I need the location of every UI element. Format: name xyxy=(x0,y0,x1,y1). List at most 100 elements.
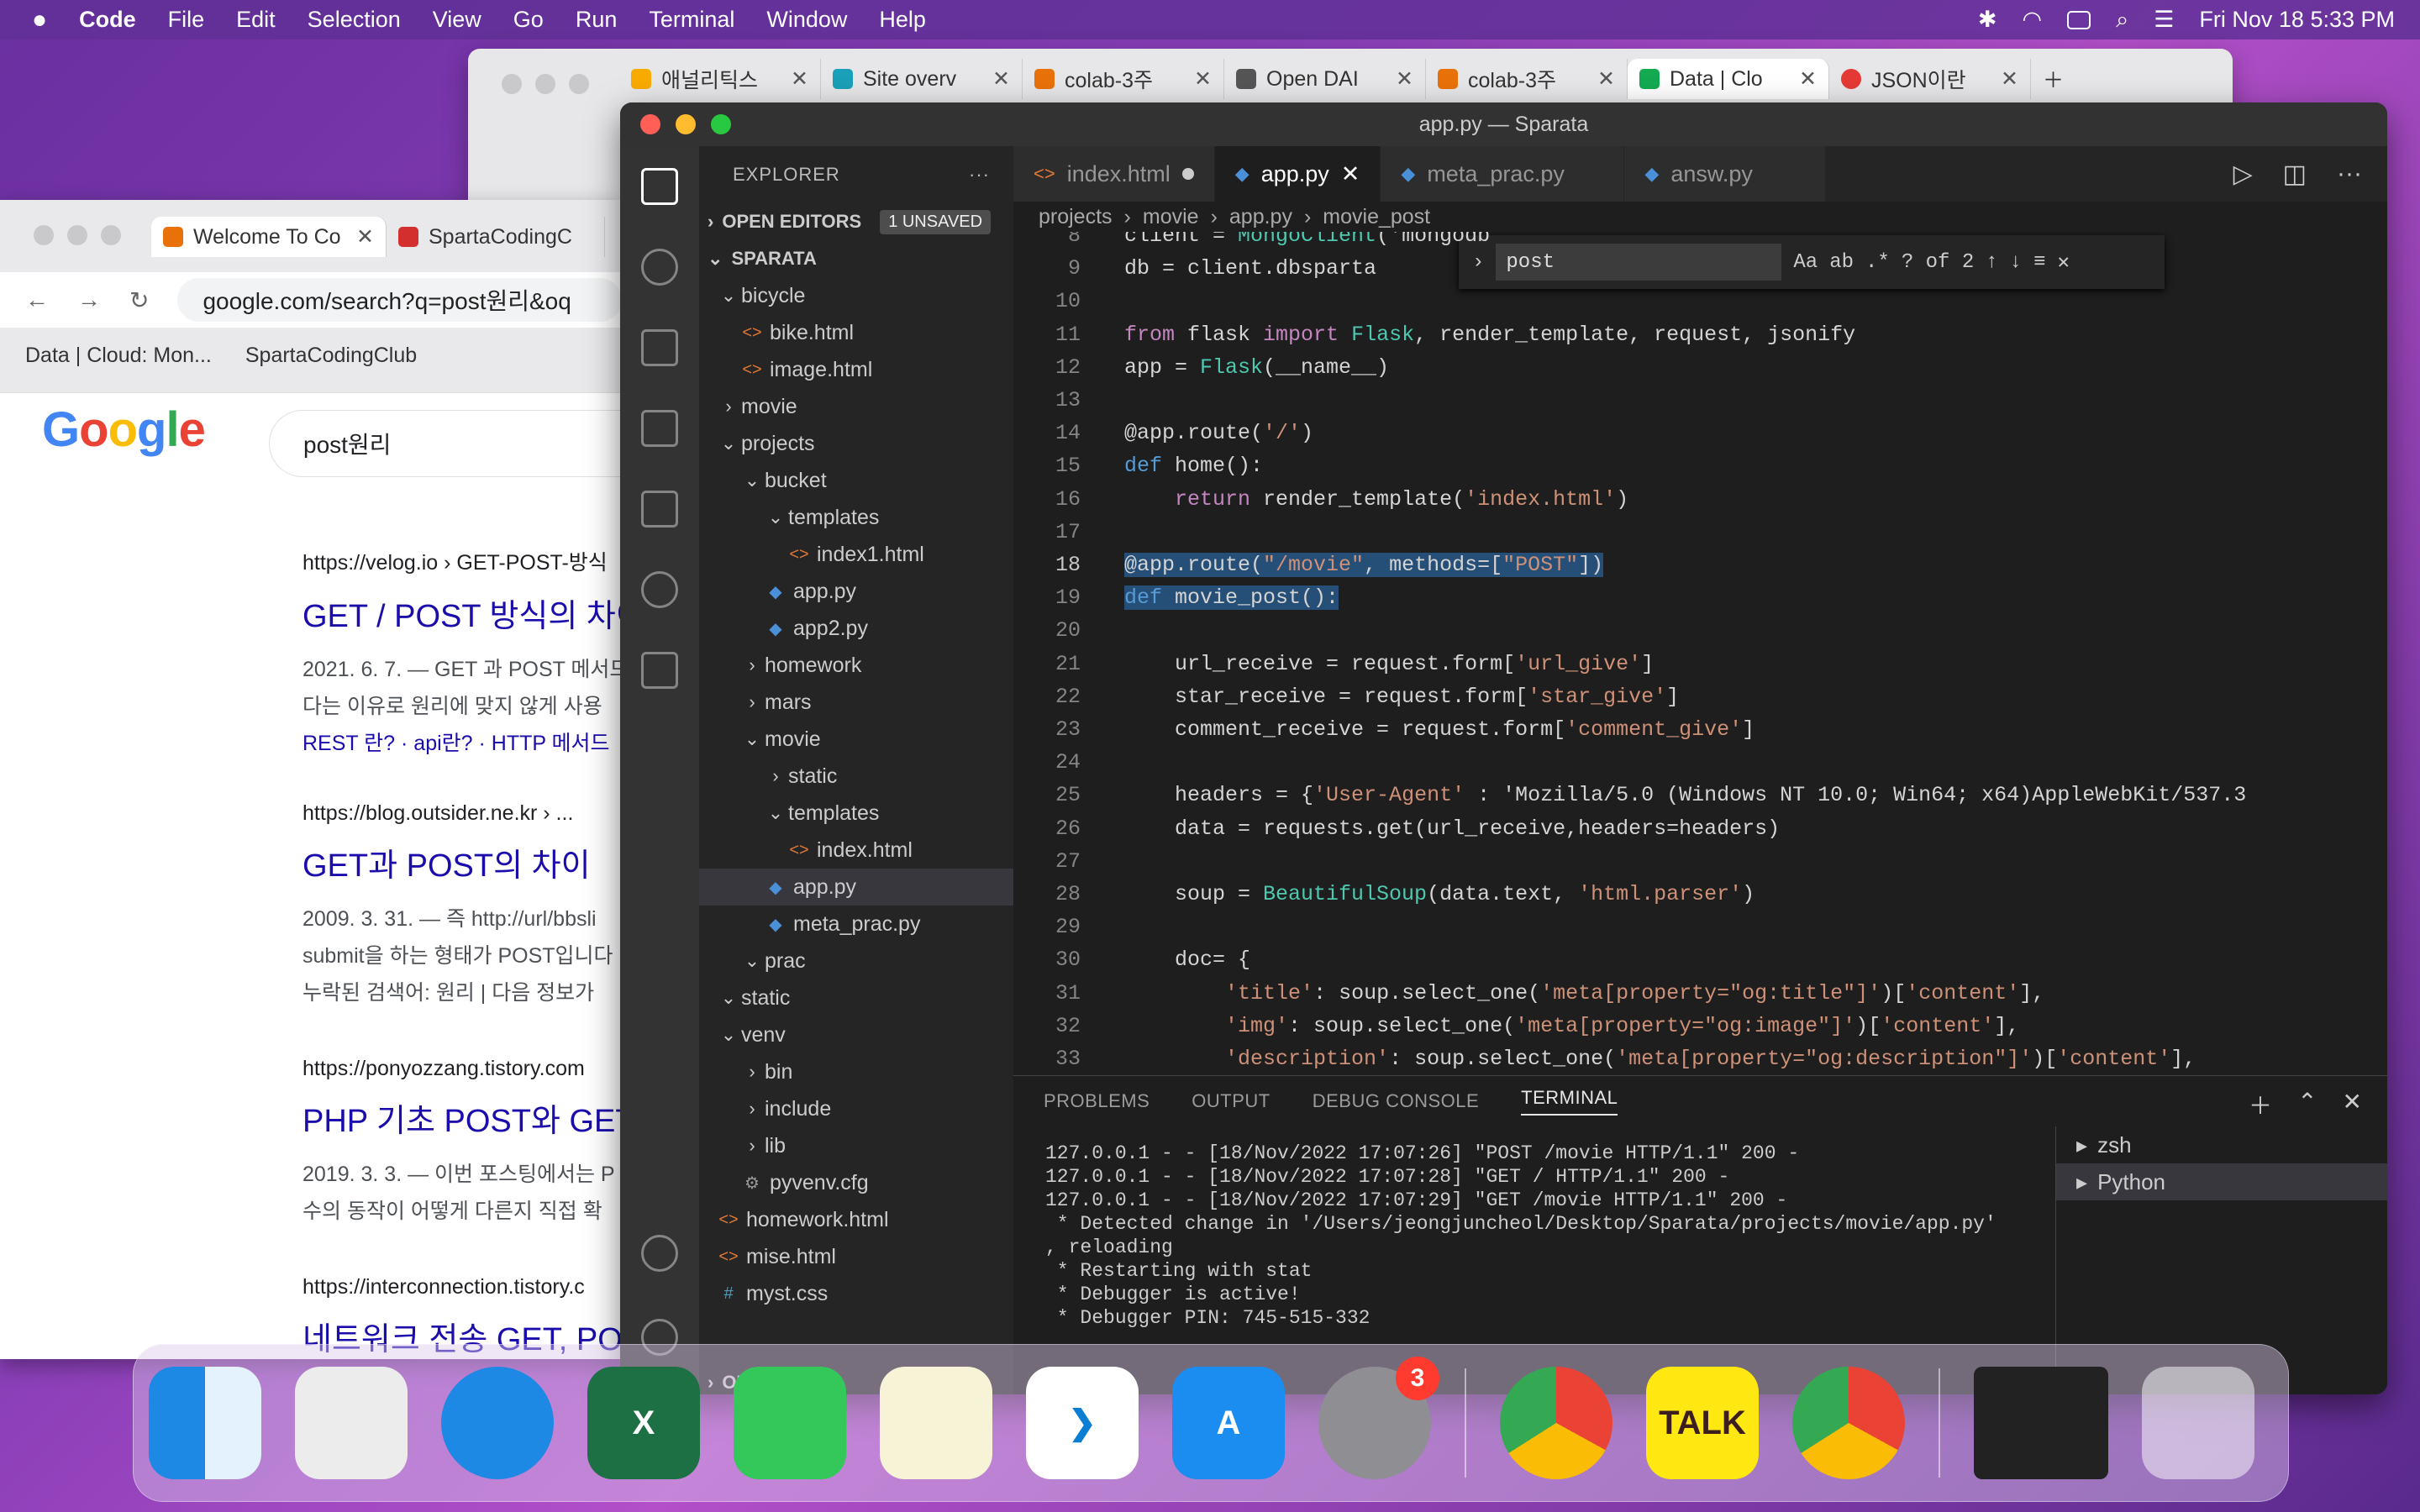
explorer-icon[interactable] xyxy=(620,146,699,227)
app-store-icon[interactable]: A xyxy=(1172,1367,1285,1479)
zoom-window-button[interactable] xyxy=(711,114,731,134)
menu-go[interactable]: Go xyxy=(513,7,544,33)
chrome-tab[interactable]: colab-3주 ✕ xyxy=(1023,59,1224,99)
code-line[interactable]: 'title': soup.select_one('meta[property=… xyxy=(1124,981,2044,1005)
safari-icon[interactable] xyxy=(441,1367,554,1479)
whole-word-icon[interactable]: ab xyxy=(1829,251,1854,274)
terminal-output[interactable]: 127.0.0.1 - - [18/Nov/2022 17:07:26] "PO… xyxy=(1045,1142,2020,1330)
new-terminal-icon[interactable]: ＋ xyxy=(2249,1088,2272,1121)
testing-icon[interactable] xyxy=(620,469,699,549)
toggle-replace-icon[interactable]: › xyxy=(1472,251,1484,274)
minimap[interactable] xyxy=(2202,232,2387,1075)
github-icon[interactable] xyxy=(620,549,699,630)
bluetooth-icon[interactable]: ✱ xyxy=(1978,7,1997,33)
close-find-icon[interactable]: ✕ xyxy=(2057,249,2069,275)
next-match-icon[interactable]: ↓ xyxy=(2010,251,2022,274)
trash-icon[interactable] xyxy=(2142,1367,2254,1479)
tree-file[interactable]: <> index.html xyxy=(699,832,1013,869)
tree-folder[interactable]: › mars xyxy=(699,684,1013,721)
tree-folder[interactable]: ⌄ venv xyxy=(699,1016,1013,1053)
tree-folder[interactable]: › lib xyxy=(699,1127,1013,1164)
code-line[interactable]: 'img': soup.select_one('meta[property="o… xyxy=(1124,1014,2019,1038)
kakaotalk-icon[interactable]: TALK xyxy=(1646,1367,1759,1479)
close-window-button[interactable] xyxy=(640,114,660,134)
code-line[interactable]: 'description': soup.select_one('meta[pro… xyxy=(1124,1047,2196,1071)
chrome-tab[interactable]: Welcome To Co ✕ xyxy=(151,217,387,257)
reload-icon[interactable]: ↻ xyxy=(129,286,149,314)
code-editor[interactable]: › post Aa ab .* ? of 2 ↑ ↓ ≡ ✕ 8 client =… xyxy=(1013,232,2387,1075)
chrome-tab[interactable]: SpartaCodingC xyxy=(387,217,605,257)
tree-folder[interactable]: › homework xyxy=(699,647,1013,684)
workspace-section[interactable]: ⌄ SPARATA xyxy=(699,240,1013,277)
code-line[interactable]: db = client.dbsparta xyxy=(1124,256,1376,281)
tree-file[interactable]: ◆ meta_prac.py xyxy=(699,906,1013,942)
excel-icon[interactable]: X xyxy=(587,1367,700,1479)
chrome-tab[interactable]: Site overv ✕ xyxy=(821,59,1023,99)
minimize-window-button[interactable] xyxy=(676,114,696,134)
run-debug-icon[interactable] xyxy=(620,307,699,388)
tree-folder[interactable]: ⌄ bicycle xyxy=(699,277,1013,314)
menu-edit[interactable]: Edit xyxy=(236,7,276,33)
terminal-python[interactable]: ▸ Python xyxy=(2056,1163,2387,1200)
tree-folder[interactable]: › include xyxy=(699,1090,1013,1127)
code-line[interactable]: app = Flask(__name__) xyxy=(1124,355,1389,380)
back-icon[interactable]: ← xyxy=(25,286,49,313)
tree-file[interactable]: ◆ app.py xyxy=(699,573,1013,610)
menu-selection[interactable]: Selection xyxy=(308,7,401,33)
menu-terminal[interactable]: Terminal xyxy=(649,7,734,33)
battery-icon[interactable] xyxy=(2067,10,2091,29)
source-control-icon[interactable] xyxy=(620,227,699,307)
chrome-tab[interactable]: Open DAI ✕ xyxy=(1224,59,1426,99)
run-icon[interactable]: ▷ xyxy=(2233,160,2253,189)
match-case-icon[interactable]: Aa xyxy=(1793,251,1818,274)
tree-file[interactable]: ⚙ pyvenv.cfg xyxy=(699,1164,1013,1201)
code-line[interactable]: @app.route('/') xyxy=(1124,421,1313,445)
code-line[interactable]: headers = {'User-Agent' : 'Mozilla/5.0 (… xyxy=(1124,783,2246,807)
menu-window[interactable]: Window xyxy=(766,7,847,33)
open-editors-section[interactable]: › OPEN EDITORS 1 UNSAVED xyxy=(699,203,1013,240)
extensions-icon[interactable] xyxy=(620,388,699,469)
notes-icon[interactable] xyxy=(880,1367,992,1479)
tab-debug-console[interactable]: DEBUG CONSOLE xyxy=(1313,1090,1479,1112)
menu-app-name[interactable]: Code xyxy=(79,7,136,33)
apple-icon[interactable]: ● xyxy=(32,6,47,34)
close-panel-icon[interactable]: ✕ xyxy=(2343,1088,2362,1121)
result-title[interactable]: PHP 기초 POST와 GET xyxy=(302,1095,622,1141)
more-icon[interactable]: ··· xyxy=(2337,160,2362,188)
tree-file[interactable]: <> mise.html xyxy=(699,1238,1013,1275)
tree-folder[interactable]: ⌄ templates xyxy=(699,499,1013,536)
chrome-tab[interactable]: Data | Clo ✕ xyxy=(1628,59,1829,99)
bookmark-sparta[interactable]: SpartaCodingClub xyxy=(245,344,417,368)
code-line[interactable]: from flask import Flask, render_template… xyxy=(1124,323,1855,347)
result-title[interactable]: GET과 POST의 차이 xyxy=(302,839,622,885)
account-icon[interactable] xyxy=(620,1213,699,1294)
regex-icon[interactable]: .* xyxy=(1865,251,1890,274)
chrome-icon[interactable] xyxy=(1792,1367,1905,1479)
tree-folder[interactable]: ⌄ static xyxy=(699,979,1013,1016)
code-line[interactable]: def movie_post(): xyxy=(1124,585,1339,611)
facetime-icon[interactable] xyxy=(734,1367,846,1479)
launchpad-icon[interactable] xyxy=(295,1367,408,1479)
new-tab-button[interactable]: ＋ xyxy=(2031,59,2098,99)
tree-file[interactable]: ◆ app2.py xyxy=(699,610,1013,647)
chrome-tab[interactable]: JSON이란 ✕ xyxy=(1829,59,2031,99)
tree-folder[interactable]: ⌄ projects xyxy=(699,425,1013,462)
close-tab-icon[interactable]: ✕ xyxy=(1341,161,1360,187)
tree-file[interactable]: <> bike.html xyxy=(699,314,1013,351)
menu-help[interactable]: Help xyxy=(879,7,926,33)
control-center-icon[interactable]: ☰ xyxy=(2154,7,2174,33)
tree-folder[interactable]: › static xyxy=(699,758,1013,795)
split-editor-icon[interactable]: ◫ xyxy=(2283,160,2307,189)
previous-match-icon[interactable]: ↑ xyxy=(1986,251,1997,274)
menu-view[interactable]: View xyxy=(433,7,481,33)
tab-answ-py[interactable]: ◆ answ.py xyxy=(1624,146,1827,202)
window-preview-icon[interactable] xyxy=(1974,1367,2108,1479)
menu-file[interactable]: File xyxy=(168,7,205,33)
system-settings-icon[interactable]: 3 xyxy=(1318,1357,1439,1479)
tab-problems[interactable]: PROBLEMS xyxy=(1044,1090,1150,1112)
code-line[interactable]: def home(): xyxy=(1124,454,1263,478)
tab-output[interactable]: OUTPUT xyxy=(1192,1090,1270,1112)
tree-file[interactable]: <> homework.html xyxy=(699,1201,1013,1238)
tree-file[interactable]: <> image.html xyxy=(699,351,1013,388)
maximize-panel-icon[interactable]: ⌃ xyxy=(2297,1088,2317,1121)
